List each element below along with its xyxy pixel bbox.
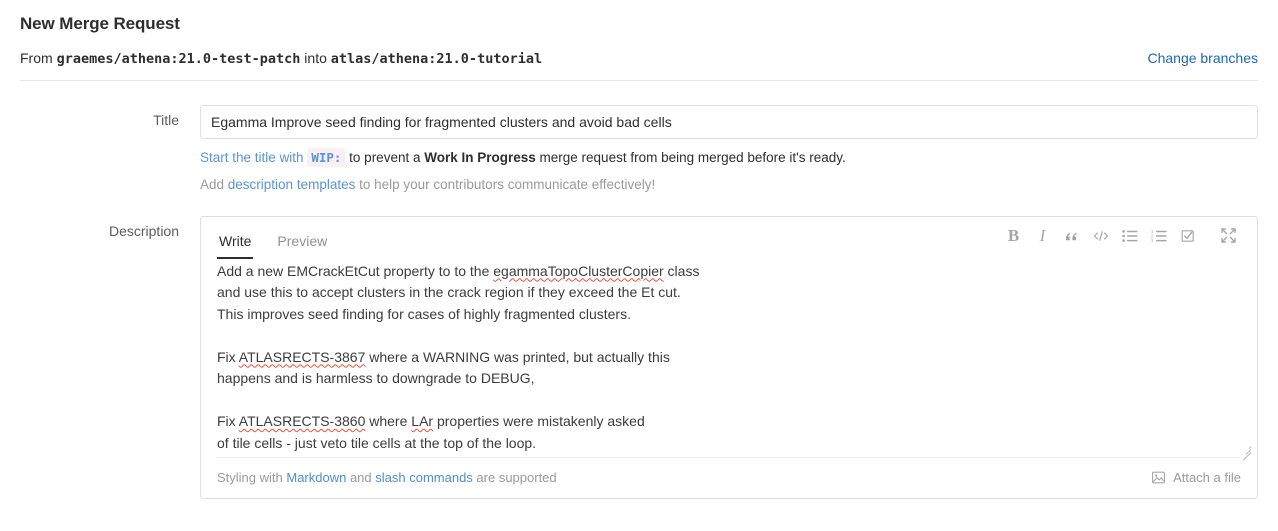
page-header: New Merge Request From graemes/athena:21… (0, 0, 1278, 81)
title-row: Title Start the title with WIP: to preve… (20, 105, 1258, 192)
target-branch: atlas/athena:21.0-tutorial (330, 51, 543, 67)
footer-middle: and (346, 469, 376, 485)
description-text-run: Fix (217, 348, 239, 365)
footer-prefix: Styling with (217, 469, 287, 485)
into-label: into (304, 50, 327, 66)
svg-text:3: 3 (1151, 238, 1154, 243)
page-title: New Merge Request (20, 14, 180, 33)
bullet-list-icon[interactable] (1115, 223, 1144, 249)
wip-hint-mid: to prevent a (345, 150, 425, 165)
markdown-editor-header: Write Preview B I 1 2 3 (201, 217, 1257, 259)
markdown-link[interactable]: Markdown (286, 470, 346, 485)
footer-suffix: are supported (472, 469, 557, 485)
description-text-run: properties were mistakenly asked (433, 413, 645, 430)
title-input[interactable] (200, 105, 1258, 139)
spellcheck-word: ATLASRECTS-3860 (238, 413, 366, 430)
wip-hint-strong: Work In Progress (424, 150, 536, 165)
templates-hint-suffix: to help your contributors communicate ef… (355, 176, 656, 192)
markdown-editor: Write Preview B I 1 2 3 Add a new EMCrac… (200, 215, 1258, 499)
description-label: Description (108, 222, 179, 239)
attach-image-icon (1151, 470, 1166, 485)
description-text-run: happens and is harmless to downgrade to … (217, 370, 535, 387)
description-text-run: and use this to accept clusters in the c… (217, 284, 681, 301)
tab-preview[interactable]: Preview (275, 234, 329, 259)
fullscreen-icon[interactable] (1214, 223, 1243, 249)
attach-file-button[interactable]: Attach a file (1151, 470, 1241, 485)
source-branch: graemes/athena:21.0-test-patch (56, 51, 301, 67)
code-icon[interactable] (1086, 223, 1115, 249)
wip-hint-link[interactable]: Start the title with (200, 150, 304, 165)
templates-hint-prefix: Add (200, 176, 228, 192)
spellcheck-word: ATLASRECTS-3867 (238, 348, 366, 365)
bold-icon[interactable]: B (999, 223, 1028, 249)
title-control: Start the title with WIP: to prevent a W… (200, 105, 1258, 192)
slash-commands-link[interactable]: slash commands (375, 470, 473, 485)
description-text-run: Add a new EMCrackEtCut property to to th… (217, 262, 494, 279)
description-textarea[interactable]: Add a new EMCrackEtCut property to to th… (217, 259, 1241, 457)
markdown-body: Add a new EMCrackEtCut property to to th… (201, 259, 1257, 461)
description-text-run: where a WARNING was printed, but actuall… (365, 348, 670, 365)
numbered-list-icon[interactable]: 1 2 3 (1144, 223, 1173, 249)
attach-file-label: Attach a file (1173, 469, 1241, 485)
description-text-run: class (663, 262, 700, 279)
markdown-footer: Styling with Markdown and slash commands… (217, 456, 1241, 498)
wip-code-chip: WIP: (307, 148, 346, 167)
markdown-toolbar: B I 1 2 3 (999, 223, 1243, 253)
description-text-run: This improves seed finding for cases of … (217, 305, 631, 322)
branch-summary-row: From graemes/athena:21.0-test-patch into… (20, 50, 1258, 81)
wip-hint: Start the title with WIP: to prevent a W… (200, 148, 1258, 168)
spellcheck-word: LAr (411, 413, 434, 430)
change-branches-link[interactable]: Change branches (1147, 50, 1258, 66)
description-text-run: of tile cells - just veto tile cells at … (217, 434, 537, 451)
description-text-run: where (365, 413, 412, 430)
branch-summary: From graemes/athena:21.0-test-patch into… (20, 50, 542, 67)
markdown-help-text: Styling with Markdown and slash commands… (217, 470, 557, 485)
quote-icon[interactable] (1057, 223, 1086, 249)
resize-handle[interactable] (1239, 443, 1252, 461)
description-row: Description Write Preview B I 1 2 3 Add … (20, 215, 1258, 499)
editor-tabs: Write Preview (217, 217, 351, 259)
from-label: From (20, 50, 53, 66)
spellcheck-word: egammaTopoClusterCopier (493, 262, 664, 279)
description-text-run: Fix (217, 413, 239, 430)
tab-write[interactable]: Write (217, 234, 254, 259)
task-list-icon[interactable] (1173, 223, 1202, 249)
description-control: Write Preview B I 1 2 3 Add a new EMCrac… (200, 215, 1258, 499)
wip-hint-tail: merge request from being merged before i… (535, 150, 846, 165)
title-label: Title (153, 112, 179, 128)
description-templates-link[interactable]: description templates (228, 177, 356, 192)
description-templates-hint: Add description templates to help your c… (200, 177, 1258, 192)
italic-icon[interactable]: I (1028, 223, 1057, 249)
merge-request-form: Title Start the title with WIP: to preve… (0, 105, 1278, 499)
